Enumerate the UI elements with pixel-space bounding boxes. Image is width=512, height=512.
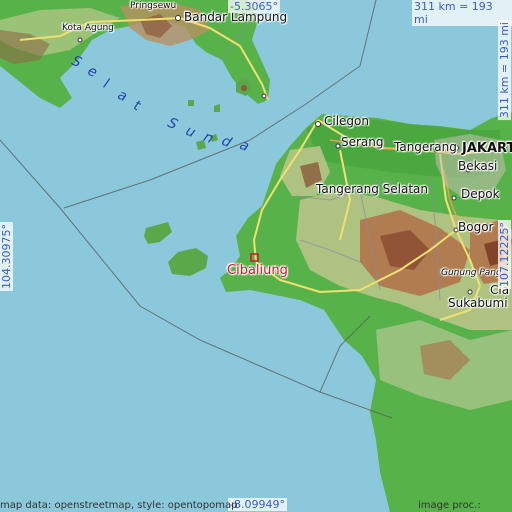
attribution-map-data: map data: openstreetmap, style: opentopo… (0, 500, 238, 511)
city-label-depok[interactable]: Depok (461, 188, 500, 200)
scale-horizontal: 311 km = 193 mi (412, 0, 512, 26)
map[interactable]: S e l a t S u n d a Pringsewu Bandar Lam… (0, 0, 512, 512)
peak-label-gunung-pangrango[interactable]: Gunung Pang (441, 269, 502, 278)
scale-vertical: 311 km = 193 mi (498, 20, 511, 121)
coord-left: 104.30975° (0, 222, 13, 291)
city-label-sukabumi[interactable]: Sukabumi (448, 297, 508, 309)
city-label-bekasi[interactable]: Bekasi (458, 160, 497, 172)
attribution-image-proc: image proc.: elevation.city (418, 500, 486, 512)
city-label-serang[interactable]: Serang (341, 136, 384, 148)
coord-top: -5.3065° (228, 0, 280, 13)
city-label-tangerang-selatan[interactable]: Tangerang Selatan (316, 183, 428, 195)
city-label-pringsewu[interactable]: Pringsewu (130, 2, 176, 11)
city-label-bogor[interactable]: Bogor (458, 221, 493, 233)
target-city-label[interactable]: Cibaliung (227, 263, 288, 278)
city-label-tangerang[interactable]: Tangerang (394, 141, 457, 153)
coord-right: 107.12225° (498, 220, 511, 289)
city-label-jakarta[interactable]: JAKART (462, 142, 512, 155)
city-label-cilegon[interactable]: Cilegon (324, 115, 369, 127)
terrain-layer (0, 0, 512, 512)
city-label-kota-agung[interactable]: Kota Agung (62, 24, 114, 33)
